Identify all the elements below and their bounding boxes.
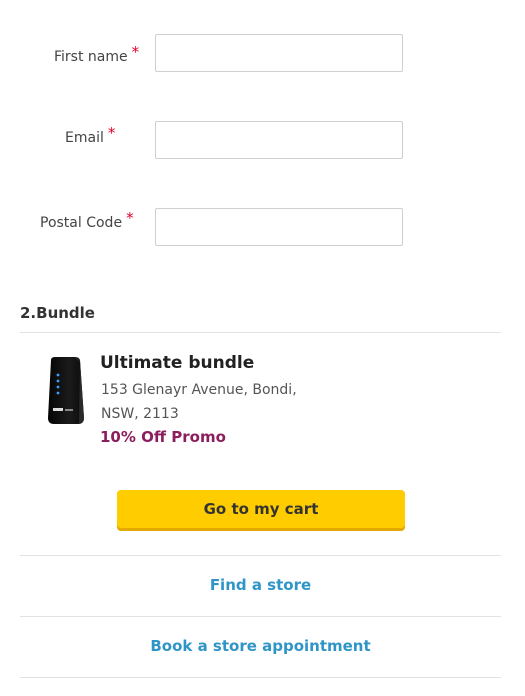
- go-to-cart-button[interactable]: Go to my cart: [117, 490, 405, 528]
- find-store-link[interactable]: Find a store: [20, 576, 501, 594]
- bundle-section-title: 2.Bundle: [20, 304, 95, 322]
- email-label: Email *: [65, 124, 115, 146]
- product-address: 153 Glenayr Avenue, Bondi, NSW, 2113: [101, 378, 321, 426]
- modem-device-icon: [48, 357, 84, 424]
- postal-code-input[interactable]: [155, 208, 403, 246]
- required-asterisk: *: [126, 209, 134, 227]
- section-divider: [20, 332, 501, 333]
- email-input[interactable]: [155, 121, 403, 159]
- email-label-text: Email: [65, 130, 104, 146]
- product-name: Ultimate bundle: [100, 353, 255, 373]
- postal-code-label-text: Postal Code: [40, 215, 123, 231]
- address-line-1: 153 Glenayr Avenue, Bondi,: [101, 382, 297, 398]
- first-name-label-text: First name: [54, 49, 128, 65]
- book-appointment-link[interactable]: Book a store appointment: [20, 637, 501, 655]
- divider: [20, 677, 501, 678]
- address-line-2: NSW, 2113: [101, 406, 179, 422]
- required-asterisk: *: [107, 124, 116, 142]
- promo-label: 10% Off Promo: [100, 428, 226, 446]
- required-asterisk: *: [131, 43, 140, 61]
- postal-code-label: Postal Code *: [40, 209, 134, 231]
- divider: [20, 555, 501, 556]
- first-name-input[interactable]: [155, 34, 403, 72]
- first-name-label: First name *: [54, 43, 139, 65]
- divider: [20, 616, 501, 617]
